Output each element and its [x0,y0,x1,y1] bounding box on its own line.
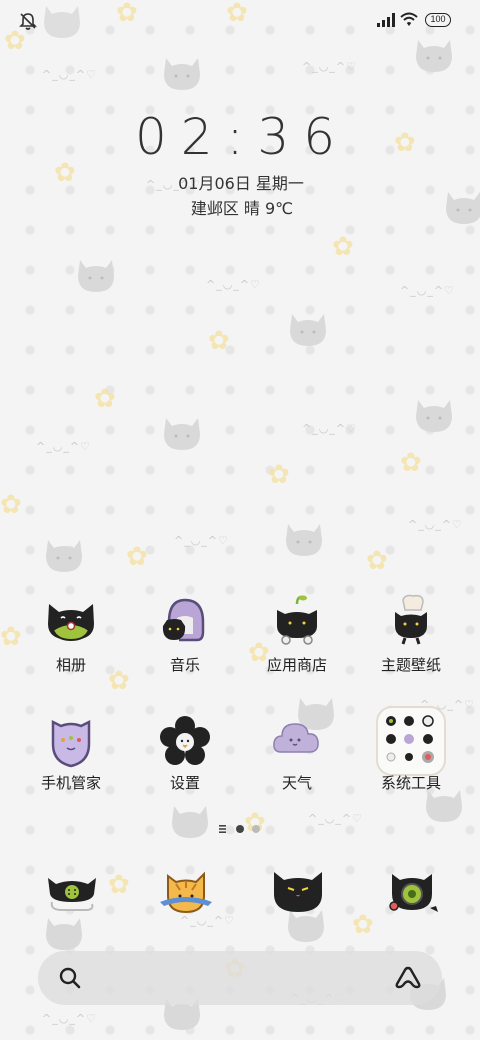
wifi-icon [400,12,418,26]
battery-indicator: 100 [425,13,451,27]
app-store-cat-icon [277,595,317,645]
app-theme-wallpaper[interactable]: 主题壁纸 [356,594,466,704]
assistant-icon[interactable] [394,965,422,991]
wallpaper-cat-icon [164,418,200,450]
browser-cat-icon[interactable] [156,862,216,922]
page-dot[interactable] [252,825,260,833]
wallpaper-doodle: ^_◡_^♡ [206,278,261,291]
wallpaper-star-icon: ✿ [352,910,374,940]
wallpaper-star-icon: ✿ [332,232,354,262]
wallpaper-star-icon: ✿ [400,448,422,478]
wallpaper-doodle: ^_◡_^♡ [408,518,463,531]
wallpaper-doodle: ^_◡_^♡ [36,440,91,453]
wallpaper-doodle: ^_◡_^♡ [42,1012,97,1025]
wallpaper-star-icon: ✿ [126,542,148,572]
signal-icon [377,13,395,27]
wallpaper-doodle: ^_◡_^♡ [302,60,357,73]
wallpaper-doodle: ^_◡_^♡ [174,534,229,547]
wallpaper-doodle: ^_◡_^♡ [302,422,357,435]
theme-wallpaper-cat-icon [395,594,427,645]
wallpaper-cat-icon [416,400,452,432]
wallpaper-cat-icon [164,58,200,90]
bell-off-icon [19,13,37,30]
system-tools-folder-icon [376,706,446,776]
search-icon[interactable] [58,966,82,990]
album-cat-icon [48,604,94,642]
app-music[interactable]: 音乐 [130,594,240,704]
clock-time: 02:36 [134,108,350,166]
messages-cat-icon[interactable] [268,862,328,922]
phone-manager-cat-icon [51,719,91,768]
page-indicator[interactable] [215,822,265,836]
app-label: 应用商店 [266,656,327,674]
app-weather[interactable]: 天气 [242,712,352,822]
app-album[interactable]: 相册 [16,594,126,704]
app-label: 手机管家 [40,774,101,792]
app-label: 设置 [169,774,200,792]
search-bar[interactable] [38,951,442,1005]
wallpaper-cat-icon [416,40,452,72]
status-bar: 100 [0,0,480,40]
app-store[interactable]: 应用商店 [242,594,352,704]
app-phone-manager[interactable]: 手机管家 [16,712,126,822]
weather-cloud-icon [273,723,319,753]
app-system-tools-folder[interactable]: 系统工具 [356,706,466,822]
app-label: 主题壁纸 [380,656,441,674]
settings-flower-icon [160,716,210,765]
menu-lines-icon [219,825,226,833]
wallpaper-cat-icon [46,540,82,572]
camera-cat-icon[interactable] [382,862,442,922]
wallpaper-star-icon: ✿ [108,870,130,900]
wallpaper-star-icon: ✿ [208,326,230,356]
app-label: 音乐 [169,656,200,674]
phone-cat-icon[interactable] [42,862,102,922]
wallpaper-star-icon: ✿ [0,490,22,520]
app-settings[interactable]: 设置 [130,712,240,822]
wallpaper-doodle: ^_◡_^♡ [400,284,455,297]
app-label: 系统工具 [380,774,441,792]
music-cat-icon [162,598,205,642]
wallpaper-doodle: ^_◡_^♡ [42,68,97,81]
app-label: 相册 [55,656,86,674]
clock-weather: 建邺区 晴 9℃ [190,199,294,218]
wallpaper-cat-icon [286,524,322,556]
wallpaper-cat-icon [78,260,114,292]
wallpaper-star-icon: ✿ [268,460,290,490]
page-dot-active[interactable] [236,825,244,833]
clock-date: 01月06日 星期一 [178,174,304,193]
wallpaper-star-icon: ✿ [94,384,116,414]
app-label: 天气 [281,774,312,792]
folder-mini-icons [386,715,434,763]
wallpaper-cat-icon [290,314,326,346]
wallpaper-star-icon: ✿ [366,546,388,576]
